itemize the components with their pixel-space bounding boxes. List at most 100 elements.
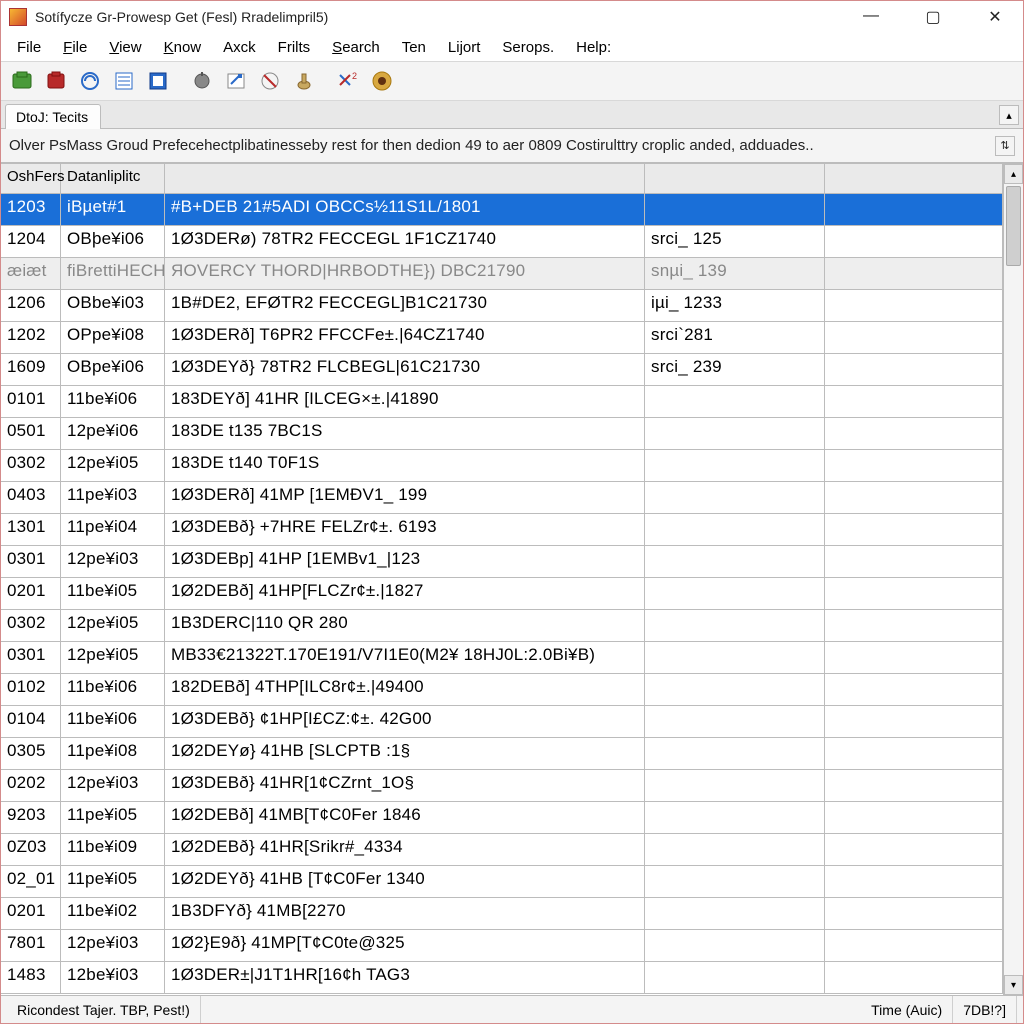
table-row[interactable]: 1202OPpe¥i081Ø3DERð] T6PR2 FFCCFe±.|64CZ… <box>1 322 1003 354</box>
table-row[interactable]: 010211be¥i06182DEBð] 4THP[ILC8r¢±.|49400 <box>1 674 1003 706</box>
table-row[interactable]: 010411be¥i061Ø3DEBð} ¢1HP[I£CZ:¢±. 42G00 <box>1 706 1003 738</box>
table-row[interactable]: 1206OBbe¥i031B#DE2, EFØTR2 FECCEGL]B1C21… <box>1 290 1003 322</box>
cell: 182DEBð] 4THP[ILC8r¢±.|49400 <box>165 674 645 705</box>
cell: 1Ø3DEBð} 41HR[1¢CZrnt_1O§ <box>165 770 645 801</box>
col-header-4[interactable] <box>825 164 1003 193</box>
menu-file-2[interactable]: File <box>53 37 97 58</box>
status-bar: Ricondest Tajer. TBP, Pest!) Time (Auic)… <box>1 995 1023 1023</box>
table-row[interactable]: 030212pe¥i05183DE t140 T0F1S <box>1 450 1003 482</box>
cell <box>645 866 825 897</box>
table-row[interactable]: 030212pe¥i051B3DERC|110 QR 280 <box>1 610 1003 642</box>
tab-active[interactable]: DtoJ: Tecits <box>5 104 101 129</box>
table-row[interactable]: 020111be¥i021B3DFYð} 41MB[2270 <box>1 898 1003 930</box>
cell <box>645 898 825 929</box>
table-row[interactable]: æiætfiBrettiHECHIHETЯOVERCY THORD|HRBODT… <box>1 258 1003 290</box>
table-row[interactable]: 920311pe¥i051Ø2DEBð] 41MB[T¢C0Fer 1846 <box>1 802 1003 834</box>
cell <box>825 930 1003 961</box>
table-row[interactable]: 050112pe¥i06183DE t135 7BC1S <box>1 418 1003 450</box>
menu-serops[interactable]: Serops. <box>492 37 564 58</box>
col-header-2[interactable] <box>165 164 645 193</box>
menu-search[interactable]: Search <box>322 37 390 58</box>
cell: 11pe¥i08 <box>61 738 165 769</box>
toolbar-btn-2[interactable] <box>41 66 71 96</box>
maximize-button[interactable]: ▢ <box>913 7 953 27</box>
toolbar-btn-9[interactable] <box>289 66 319 96</box>
cell: 1Ø2DEBð} 41HR[Srikr#_4334 <box>165 834 645 865</box>
toolbar: 2 <box>1 61 1023 101</box>
cell: 0301 <box>1 546 61 577</box>
table-row[interactable]: 148312be¥i031Ø3DER±|J1T1HR[16¢h TAG3 <box>1 962 1003 994</box>
table-row[interactable]: 1204OBþe¥i061Ø3DERø) 78TR2 FECCEGL 1F1CZ… <box>1 226 1003 258</box>
toolbar-btn-7[interactable] <box>221 66 251 96</box>
table-row[interactable]: 020212pe¥i031Ø3DEBð} 41HR[1¢CZrnt_1O§ <box>1 770 1003 802</box>
tab-scroll-up-icon[interactable]: ▴ <box>999 105 1019 125</box>
cell: #B+DEB 21#5ADI OBCCs½11S1L/1801 <box>165 194 645 225</box>
col-header-0[interactable]: OshFers <box>1 164 61 193</box>
cell: iBµet#1 <box>61 194 165 225</box>
vertical-scrollbar[interactable]: ▴ ▾ <box>1003 164 1023 995</box>
menu-lijort[interactable]: Lijort <box>438 37 491 58</box>
cell: 1Ø2}E9ð} 41MP[T¢C0te@325 <box>165 930 645 961</box>
table-row[interactable]: 020111be¥i051Ø2DEBð] 41HP[FLCZr¢±.|1827 <box>1 578 1003 610</box>
cell <box>825 898 1003 929</box>
table-row[interactable]: 040311pe¥i031Ø3DERð] 41MP [1EMĐV1_ 199 <box>1 482 1003 514</box>
table-row[interactable]: 0Z0311be¥i091Ø2DEBð} 41HR[Srikr#_4334 <box>1 834 1003 866</box>
cell: 11be¥i09 <box>61 834 165 865</box>
scroll-thumb[interactable] <box>1006 186 1021 266</box>
cell: 0301 <box>1 642 61 673</box>
table-row[interactable]: 030112pe¥i05MB33€21322T.170E191/V7I1E0(M… <box>1 642 1003 674</box>
cell: 1Ø2DEYð} 41HB [T¢C0Fer 1340 <box>165 866 645 897</box>
menu-ten[interactable]: Ten <box>392 37 436 58</box>
scroll-down-icon[interactable]: ▾ <box>1004 975 1023 995</box>
cell <box>825 610 1003 641</box>
close-button[interactable]: ✕ <box>975 7 1015 27</box>
tab-bar: DtoJ: Tecits ▴ <box>1 101 1023 129</box>
table-row[interactable]: 010111be¥i06183DEYð] 41HR [ILCEG×±.|4189… <box>1 386 1003 418</box>
table-row[interactable]: 780112pe¥i031Ø2}E9ð} 41MP[T¢C0te@325 <box>1 930 1003 962</box>
cell <box>825 642 1003 673</box>
menu-file-1[interactable]: File <box>7 37 51 58</box>
scroll-up-icon[interactable]: ▴ <box>1004 164 1023 184</box>
cell: 11pe¥i03 <box>61 482 165 513</box>
toolbar-btn-6[interactable] <box>187 66 217 96</box>
table-row[interactable]: 030511pe¥i081Ø2DEYø} 41HB [SLCPTB :1§ <box>1 738 1003 770</box>
cell <box>825 962 1003 993</box>
cell: 1Ø2DEBð] 41MB[T¢C0Fer 1846 <box>165 802 645 833</box>
table-row[interactable]: 02_0111pe¥i051Ø2DEYð} 41HB [T¢C0Fer 1340 <box>1 866 1003 898</box>
toolbar-btn-3[interactable] <box>75 66 105 96</box>
cell: 11be¥i06 <box>61 706 165 737</box>
cell: 1203 <box>1 194 61 225</box>
scroll-track[interactable] <box>1004 268 1023 975</box>
cell: 1B3DFYð} 41MB[2270 <box>165 898 645 929</box>
cell: 183DEYð] 41HR [ILCEG×±.|41890 <box>165 386 645 417</box>
table-row[interactable]: 1609OBpe¥i061Ø3DEYð} 78TR2 FLCBEGL|61C21… <box>1 354 1003 386</box>
minimize-button[interactable]: — <box>851 7 891 27</box>
toolbar-btn-10[interactable]: 2 <box>333 66 363 96</box>
col-header-1[interactable]: Datanliplitc <box>61 164 165 193</box>
toolbar-btn-1[interactable] <box>7 66 37 96</box>
col-header-3[interactable] <box>645 164 825 193</box>
table-row[interactable]: 130111pe¥i041Ø3DEBð} +7HRE FELZr¢±. 6193 <box>1 514 1003 546</box>
menu-frilts[interactable]: Frilts <box>268 37 321 58</box>
cell: 1B3DERC|110 QR 280 <box>165 610 645 641</box>
menu-know[interactable]: Know <box>154 37 212 58</box>
cell: 1Ø3DERø) 78TR2 FECCEGL 1F1CZ1740 <box>165 226 645 257</box>
menu-axck[interactable]: Axck <box>213 37 266 58</box>
menu-help[interactable]: Help: <box>566 37 621 58</box>
cell: 1Ø3DERð] 41MP [1EMĐV1_ 199 <box>165 482 645 513</box>
cell: 183DE t135 7BC1S <box>165 418 645 449</box>
menubar: File File View Know Axck Frilts Search T… <box>1 33 1023 61</box>
data-grid[interactable]: OshFers Datanliplitc 1203iBµet#1#B+DEB 2… <box>1 164 1003 995</box>
window-buttons: — ▢ ✕ <box>851 7 1015 27</box>
menu-view[interactable]: View <box>99 37 151 58</box>
toolbar-btn-4[interactable] <box>109 66 139 96</box>
toolbar-btn-8[interactable] <box>255 66 285 96</box>
toolbar-btn-5[interactable] <box>143 66 173 96</box>
table-row[interactable]: 030112pe¥i031Ø3DEBp] 41HP [1EMBv1_|123 <box>1 546 1003 578</box>
cell <box>645 642 825 673</box>
toolbar-btn-11[interactable] <box>367 66 397 96</box>
table-row[interactable]: 1203iBµet#1#B+DEB 21#5ADI OBCCs½11S1L/18… <box>1 194 1003 226</box>
cell: 1202 <box>1 322 61 353</box>
cell: MB33€21322T.170E191/V7I1E0(M2¥ 18HJ0L:2.… <box>165 642 645 673</box>
info-scroll-icon[interactable]: ⇅ <box>995 136 1015 156</box>
